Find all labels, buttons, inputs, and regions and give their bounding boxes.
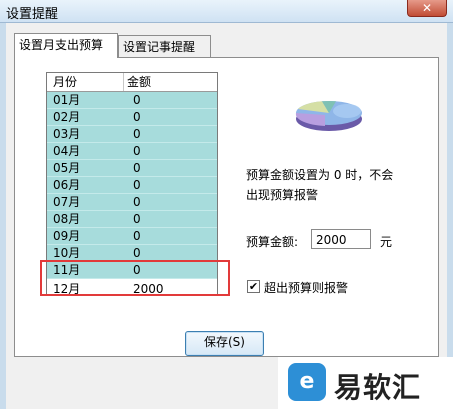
table-row[interactable]: 02月 0 <box>47 109 217 126</box>
watermark-text: 易软汇 <box>334 371 422 404</box>
table-row[interactable]: 07月 0 <box>47 194 217 211</box>
title-bar: 设置提醒 ✕ <box>0 0 453 23</box>
amount-cell: 0 <box>133 144 141 158</box>
table-row[interactable]: 05月 0 <box>47 160 217 177</box>
tab-monthly-budget[interactable]: 设置月支出预算 <box>14 33 118 58</box>
over-budget-alert-label[interactable]: 超出预算则报警 <box>264 279 348 296</box>
watermark-logo: e 易软汇 <box>278 357 453 409</box>
budget-hint-text: 预算金额设置为 0 时，不会 出现预算报警 <box>246 165 416 205</box>
month-cell: 04月 <box>53 144 81 158</box>
currency-unit-label: 元 <box>380 235 393 249</box>
save-button[interactable]: 保存(S) <box>185 331 264 356</box>
annotation-highlight-box <box>40 260 230 296</box>
amount-cell: 0 <box>133 246 141 260</box>
amount-cell: 0 <box>133 161 141 175</box>
amount-cell: 0 <box>133 195 141 209</box>
month-cell: 01月 <box>53 93 81 107</box>
amount-cell: 0 <box>133 127 141 141</box>
window-frame-right <box>447 23 453 409</box>
amount-cell: 0 <box>133 178 141 192</box>
column-header-amount[interactable]: 金额 <box>127 73 215 91</box>
table-row[interactable]: 04月 0 <box>47 143 217 160</box>
month-cell: 07月 <box>53 195 81 209</box>
column-header-month[interactable]: 月份 <box>53 73 124 91</box>
window-title: 设置提醒 <box>6 7 59 22</box>
month-cell: 02月 <box>53 110 81 124</box>
month-cell: 06月 <box>53 178 81 192</box>
budget-amount-label: 预算金额: <box>246 235 299 249</box>
table-row[interactable]: 03月 0 <box>47 126 217 143</box>
month-cell: 09月 <box>53 229 81 243</box>
amount-cell: 0 <box>133 229 141 243</box>
watermark-icon: e <box>288 363 326 401</box>
month-cell: 05月 <box>53 161 81 175</box>
over-budget-alert-checkbox[interactable]: ✔ <box>247 280 260 293</box>
hint-line-1: 预算金额设置为 0 时，不会 <box>246 168 394 182</box>
amount-cell: 0 <box>133 212 141 226</box>
table-row[interactable]: 06月 0 <box>47 177 217 194</box>
hint-line-2: 出现预算报警 <box>246 188 319 202</box>
amount-cell: 0 <box>133 93 141 107</box>
budget-amount-input[interactable]: 2000 <box>311 229 371 249</box>
pie-chart-icon <box>295 100 362 131</box>
close-button[interactable]: ✕ <box>407 0 447 17</box>
window-frame-left <box>0 23 6 409</box>
table-header: 月份 金额 <box>47 73 217 92</box>
month-cell: 08月 <box>53 212 81 226</box>
amount-cell: 0 <box>133 110 141 124</box>
table-row[interactable]: 08月 0 <box>47 211 217 228</box>
table-row[interactable]: 01月 0 <box>47 92 217 109</box>
tab-note-reminder[interactable]: 设置记事提醒 <box>118 35 211 57</box>
table-row[interactable]: 09月 0 <box>47 228 217 245</box>
month-cell: 03月 <box>53 127 81 141</box>
month-cell: 10月 <box>53 246 81 260</box>
